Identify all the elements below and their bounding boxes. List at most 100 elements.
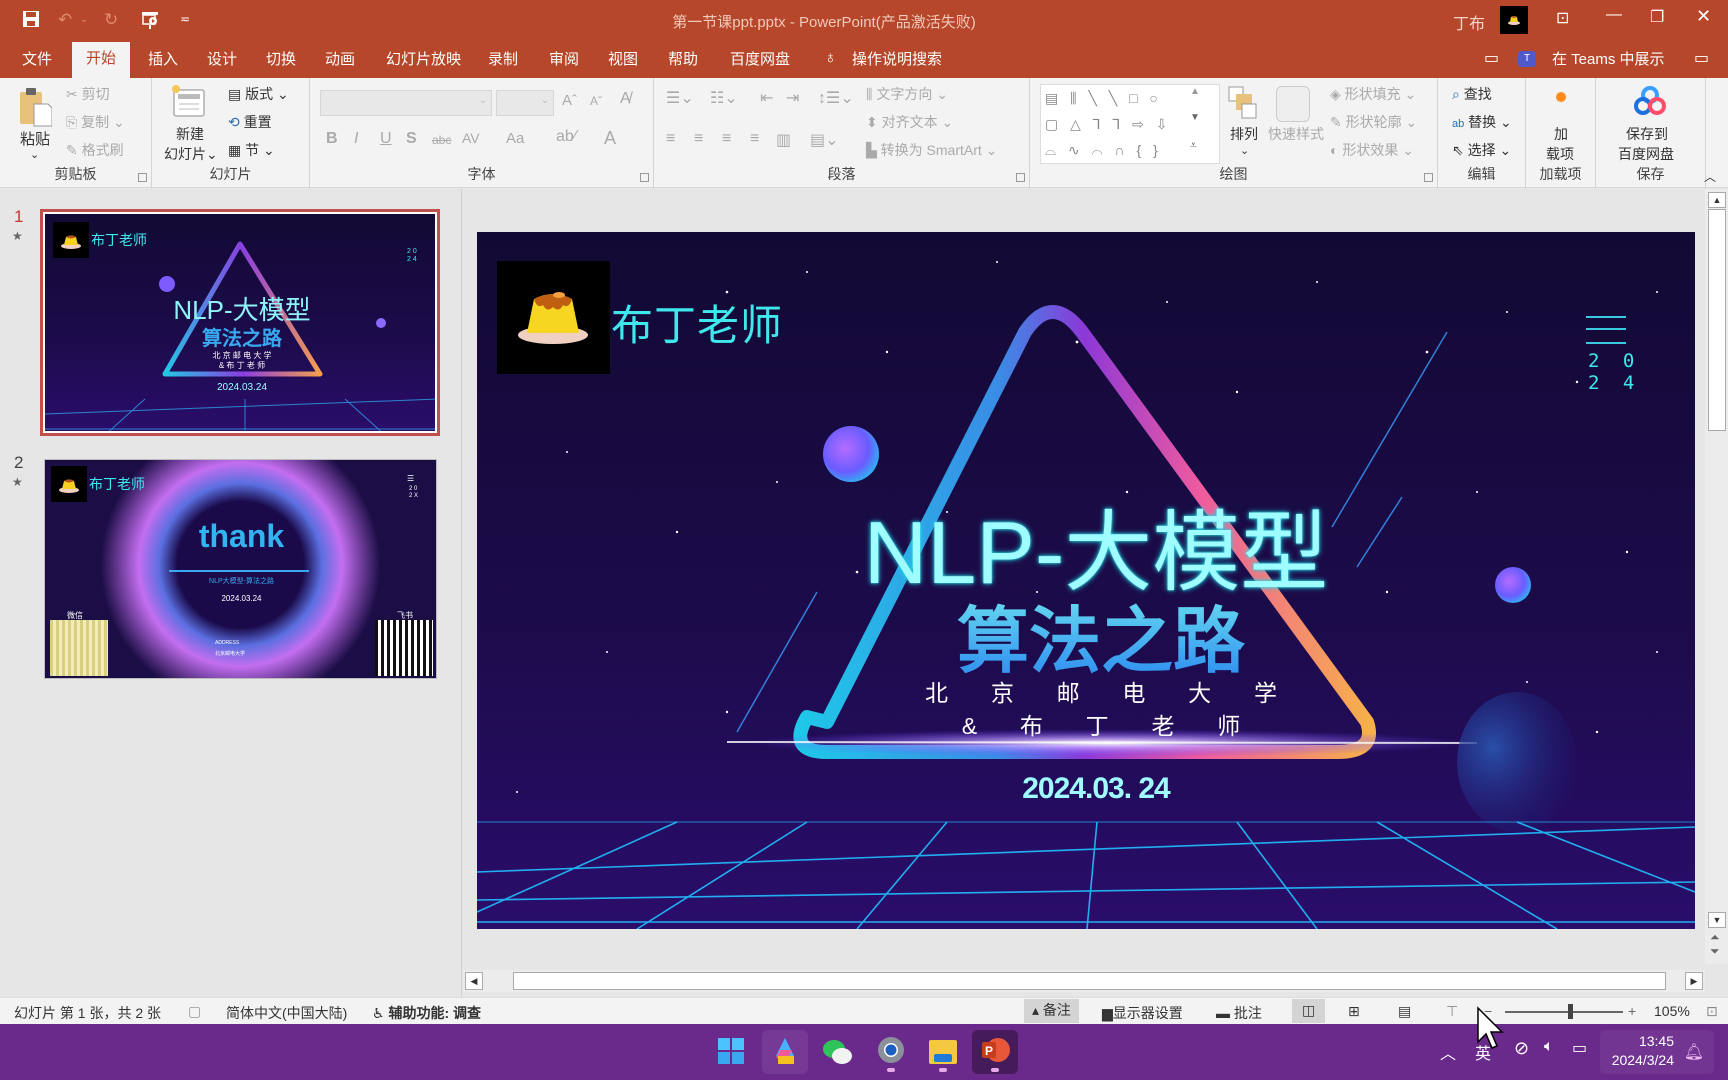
notes-button[interactable]: ▴ 备注 bbox=[1024, 999, 1079, 1023]
minimize-icon[interactable]: — bbox=[1606, 6, 1622, 24]
shape-outline-button[interactable]: ✎ 形状轮廓 ⌄ bbox=[1330, 112, 1417, 132]
taskbar-powerpoint[interactable]: P bbox=[972, 1030, 1018, 1074]
shape-effects-button[interactable]: ◐ 形状效果 ⌄ bbox=[1330, 140, 1414, 160]
display-settings-button[interactable]: ▆显示器设置 bbox=[1102, 1003, 1183, 1023]
font-color-button[interactable]: A bbox=[604, 128, 616, 149]
new-slide-button[interactable]: 幻灯片⌄ bbox=[164, 144, 218, 164]
clipboard-launcher-icon[interactable] bbox=[138, 173, 147, 182]
align-right-icon[interactable]: ≡ bbox=[722, 130, 731, 148]
paste-button[interactable]: 粘贴 bbox=[20, 128, 50, 149]
align-text-button[interactable]: ⬍ 对齐文本 ⌄ bbox=[866, 112, 953, 132]
copy-button[interactable]: ⎘ 复制 ⌄ bbox=[66, 112, 125, 132]
layout-button[interactable]: ▤ 版式 ⌄ bbox=[228, 84, 289, 104]
paragraph-launcher-icon[interactable] bbox=[1016, 173, 1025, 182]
tab-baidu-netdisk[interactable]: 百度网盘 bbox=[726, 48, 794, 69]
shape-fill-button[interactable]: ◈ 形状填充 ⌄ bbox=[1330, 84, 1416, 104]
restore-icon[interactable]: ❐ bbox=[1650, 7, 1664, 27]
align-left-icon[interactable]: ≡ bbox=[666, 130, 675, 148]
font-name-input[interactable]: ⌄ bbox=[320, 90, 492, 116]
arrange-button[interactable]: 排列 bbox=[1230, 124, 1258, 144]
comments-pane-icon[interactable]: ▭ bbox=[1690, 48, 1713, 68]
slide-thumbnail-2[interactable]: 布丁老师 thank NLP大模型-算法之路 2024.03.24 微信 飞书 … bbox=[44, 459, 437, 679]
show-hidden-icons[interactable]: ︿ bbox=[1440, 1040, 1456, 1064]
battery-icon[interactable]: ▭ bbox=[1572, 1038, 1587, 1058]
replace-button[interactable]: ab 替换 ⌄ bbox=[1452, 112, 1512, 132]
taskbar-file-explorer[interactable] bbox=[920, 1030, 966, 1074]
smartart-button[interactable]: ▙ 转换为 SmartArt ⌄ bbox=[866, 140, 997, 160]
addins-button[interactable]: 载项 bbox=[1546, 144, 1574, 164]
taskbar-settings[interactable] bbox=[868, 1030, 914, 1074]
section-button[interactable]: ▦ 节 ⌄ bbox=[228, 140, 275, 160]
arrange-dropdown-icon[interactable]: ⌄ bbox=[1240, 144, 1249, 157]
font-launcher-icon[interactable] bbox=[640, 173, 649, 182]
previous-slide-icon[interactable]: ⏶ bbox=[1710, 930, 1720, 945]
font-name-dropdown-icon[interactable]: ⌄ bbox=[479, 95, 487, 106]
volume-icon[interactable]: 🔈︎ bbox=[1544, 1038, 1554, 1056]
numbering-icon[interactable]: ☷⌄ bbox=[710, 88, 738, 108]
slide-thumbnail-1[interactable]: 布丁老师 NLP-大模型 算法之路 北 京 邮 电 大 学 & 布 丁 老 师 … bbox=[40, 209, 440, 436]
tab-animations[interactable]: 动画 bbox=[321, 48, 359, 69]
tab-file[interactable]: 文件 bbox=[18, 48, 56, 69]
taskbar-wechat[interactable] bbox=[814, 1030, 860, 1074]
save-to-netdisk-label-1[interactable]: 保存到 bbox=[1626, 124, 1668, 144]
bullets-icon[interactable]: ☰⌄ bbox=[666, 88, 694, 108]
zoom-in-button[interactable]: + bbox=[1628, 1003, 1636, 1019]
reset-button[interactable]: ⟲ 重置 bbox=[228, 112, 272, 132]
select-button[interactable]: ⇖ 选择 ⌄ bbox=[1452, 140, 1511, 160]
new-slide-icon[interactable] bbox=[170, 84, 206, 128]
tab-help[interactable]: 帮助 bbox=[664, 48, 702, 69]
text-direction-button[interactable]: ⫼ 文字方向 ⌄ bbox=[866, 84, 948, 104]
next-slide-icon[interactable]: ⏷ bbox=[1710, 944, 1720, 959]
quick-styles-icon[interactable] bbox=[1276, 86, 1310, 122]
user-avatar[interactable] bbox=[1500, 6, 1528, 34]
user-name[interactable]: 丁布 bbox=[1453, 10, 1485, 34]
arrange-icon[interactable] bbox=[1228, 86, 1258, 122]
gallery-scroll-down[interactable]: ▼ bbox=[1190, 112, 1200, 123]
find-button[interactable]: ⌕ 查找 bbox=[1452, 84, 1492, 104]
teams-icon[interactable]: T bbox=[1518, 51, 1536, 67]
format-painter-button[interactable]: ✎ 格式刷 bbox=[66, 140, 124, 160]
notes-status-icon[interactable]: ▢ bbox=[188, 1003, 201, 1020]
comments-button[interactable]: ▬ 批注 bbox=[1216, 1003, 1262, 1023]
zoom-slider-track[interactable] bbox=[1505, 1011, 1623, 1013]
start-button[interactable] bbox=[708, 1030, 754, 1074]
increase-indent-icon[interactable]: ⇥ bbox=[786, 88, 799, 108]
zoom-percentage[interactable]: 105% bbox=[1654, 1003, 1690, 1019]
distribute-icon[interactable]: ▥ bbox=[776, 130, 791, 150]
highlight-icon[interactable]: ab⁄ bbox=[556, 128, 576, 146]
tell-me-search[interactable]: 操作说明搜索 bbox=[848, 48, 946, 69]
paste-dropdown-icon[interactable]: ⌄ bbox=[30, 148, 39, 161]
network-icon[interactable]: ⊘ bbox=[1514, 1038, 1529, 1059]
scroll-right-button[interactable]: ▶ bbox=[1685, 972, 1703, 990]
bold-button[interactable]: B bbox=[326, 130, 338, 148]
horizon-scrollbar[interactable]: ◀ ▶ bbox=[463, 970, 1705, 992]
fit-to-window-icon[interactable]: ⊡ bbox=[1706, 1003, 1718, 1020]
shadow-button[interactable]: S bbox=[406, 130, 417, 148]
taskbar-pdf-editor[interactable] bbox=[762, 1030, 808, 1074]
character-spacing-button[interactable]: AV bbox=[462, 130, 480, 146]
horizontal-scroll-thumb[interactable] bbox=[513, 972, 1666, 990]
strikethrough-button[interactable]: abc bbox=[432, 133, 451, 147]
current-slide[interactable]: 布丁老师 2 0 2 4 NLP-大模型 算法之路 北 京 邮 电 大 学 & … bbox=[477, 232, 1695, 929]
clock-area[interactable]: 13:45 2024/3/24 🔔︎ bbox=[1600, 1030, 1714, 1074]
drawing-launcher-icon[interactable] bbox=[1424, 173, 1433, 182]
slide-sorter-button[interactable]: ⊞ bbox=[1348, 1003, 1360, 1020]
gallery-scroll-up[interactable]: ▲ bbox=[1190, 86, 1200, 97]
accessibility-status[interactable]: ♿ 辅助功能: 调查 bbox=[372, 1003, 481, 1023]
normal-view-button[interactable]: ◫ bbox=[1292, 999, 1326, 1023]
scroll-left-button[interactable]: ◀ bbox=[465, 972, 483, 990]
addins-label-1[interactable]: 加 bbox=[1554, 124, 1568, 144]
decrease-font-icon[interactable]: Aˇ bbox=[590, 94, 602, 108]
tab-design[interactable]: 设计 bbox=[203, 48, 241, 69]
scroll-down-button[interactable]: ▼ bbox=[1708, 912, 1726, 928]
decrease-indent-icon[interactable]: ⇤ bbox=[760, 88, 773, 108]
new-slide-label-1[interactable]: 新建 bbox=[176, 124, 204, 144]
notification-bell-icon[interactable]: 🔔︎ bbox=[1684, 1042, 1704, 1062]
clear-formatting-icon[interactable]: A̸ bbox=[620, 90, 631, 108]
quick-styles-button[interactable]: 快速样式 bbox=[1268, 124, 1324, 144]
underline-button[interactable]: U bbox=[380, 130, 392, 148]
ribbon-display-options-icon[interactable]: ⊡ bbox=[1556, 8, 1569, 28]
columns-icon[interactable]: ▤⌄ bbox=[810, 130, 839, 150]
tab-review[interactable]: 审阅 bbox=[545, 48, 583, 69]
line-spacing-icon[interactable]: ↕☰⌄ bbox=[818, 88, 854, 108]
